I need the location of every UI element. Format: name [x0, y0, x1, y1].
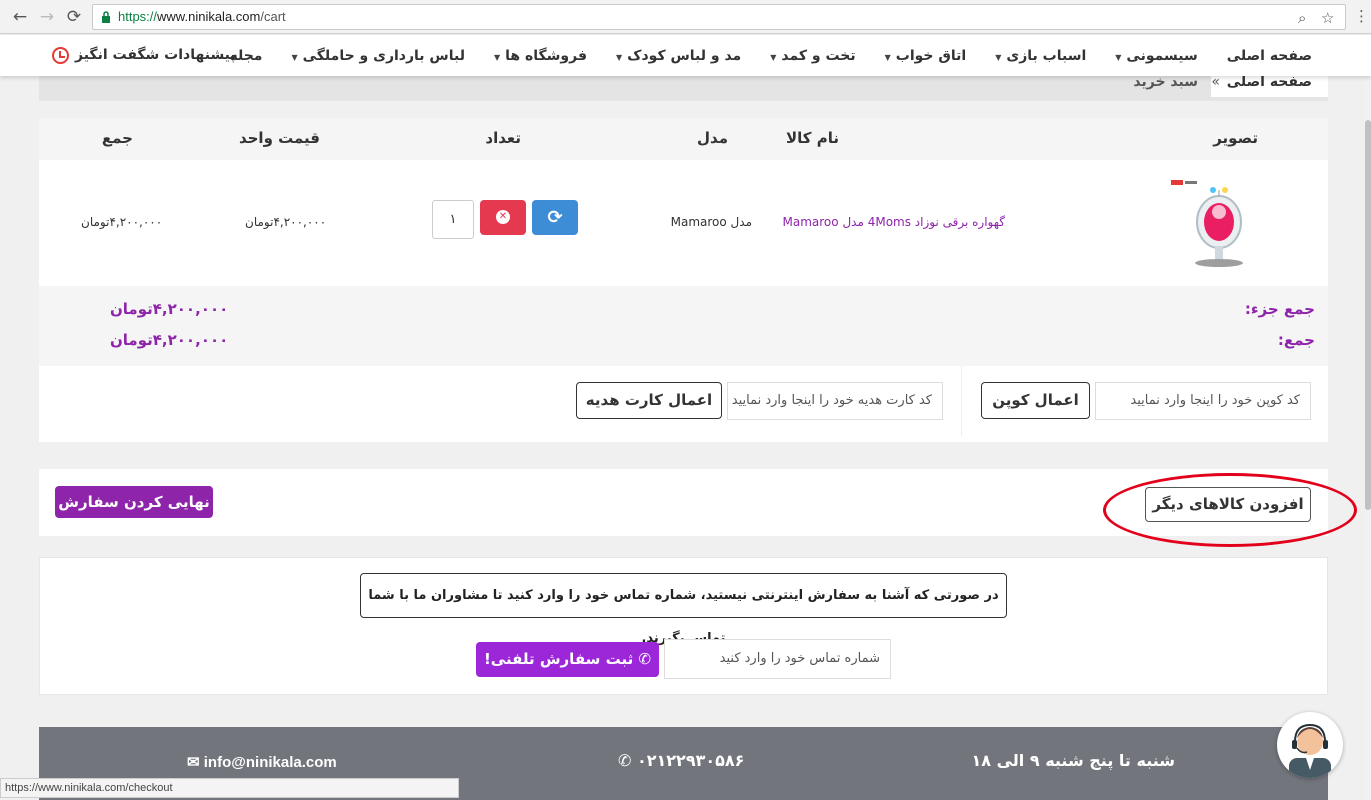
cart-table: تصویر نام کالا مدل تعداد قیمت واحد جمع گ… — [39, 118, 1328, 442]
breadcrumb-separator: » — [1211, 74, 1220, 90]
finalize-order-button[interactable]: نهایی کردن سفارش — [55, 486, 213, 518]
url-text: https://www.ninikala.com/cart — [118, 9, 286, 24]
breadcrumb-home[interactable]: صفحه اصلی — [1210, 74, 1328, 97]
menu-item-label: صفحه اصلی — [1226, 47, 1312, 64]
refresh-icon: ⟳ — [547, 207, 563, 228]
chevron-down-icon: ▼ — [291, 52, 298, 62]
header-total: جمع — [101, 129, 133, 147]
clock-icon — [52, 46, 69, 64]
status-bar-url: https://www.ninikala.com/checkout — [0, 778, 459, 798]
phone-icon: ✆ — [618, 751, 637, 770]
support-agent-icon — [1289, 723, 1331, 778]
reload-icon[interactable]: ⟳ — [63, 6, 85, 28]
lock-icon — [102, 11, 110, 23]
chevron-down-icon: ▼ — [995, 52, 1002, 62]
header-model: مدل — [697, 129, 728, 147]
chevron-down-icon: ▼ — [884, 52, 891, 62]
forward-icon[interactable]: → — [36, 6, 58, 28]
envelope-icon: ✉ — [187, 754, 204, 771]
header-image: تصویر — [1213, 129, 1258, 147]
apply-coupon-button[interactable]: اعمال کوپن — [981, 382, 1090, 419]
close-icon: ✕ — [496, 210, 510, 224]
menu-item-label: تخت و کمد — [781, 47, 856, 64]
menu-items: صفحه اصلی سیسمونی▼ اسباب بازی▼ اتاق خواب▼ تخ… — [230, 35, 1313, 76]
scrollbar-thumb[interactable] — [1365, 120, 1371, 510]
highlight-annotation — [1103, 473, 1357, 547]
phone-order-notice: در صورتی که آشنا به سفارش اینترنتی نیستی… — [360, 573, 1007, 646]
menu-item-1[interactable]: سیسمونی ▼ — [1115, 48, 1197, 64]
header-quantity: تعداد — [485, 129, 521, 147]
menu-item-3[interactable]: اتاق خواب ▼ — [885, 48, 967, 64]
menu-item-7[interactable]: لباس بارداری و حاملگی ▼ — [291, 48, 465, 64]
menu-item-label: اتاق خواب — [895, 47, 967, 64]
menu-item-0[interactable]: صفحه اصلی — [1227, 48, 1312, 64]
page-scrollbar[interactable] — [1365, 76, 1371, 800]
menu-item-5[interactable]: مد و لباس کودک ▼ — [616, 48, 741, 64]
browser-toolbar: ← → ⟳ https://www.ninikala.com/cart ⌕ ☆ … — [0, 0, 1371, 34]
product-image[interactable] — [1169, 178, 1269, 273]
menu-item-label: سیسمونی — [1126, 47, 1198, 64]
phone-order-button-label: ثبت سفارش تلفنی! — [483, 650, 634, 668]
zoom-icon[interactable]: ⌕ — [1298, 9, 1306, 27]
header-unit-price: قیمت واحد — [238, 129, 320, 147]
subtotal-value: ۴,۲۰۰,۰۰۰تومان — [110, 300, 229, 318]
chevron-down-icon: ▼ — [1115, 52, 1122, 62]
cart-totals: جمع جزء: ۴,۲۰۰,۰۰۰تومان جمع: ۴,۲۰۰,۰۰۰تو… — [39, 286, 1328, 366]
promo-link[interactable]: پیشنهادات شگفت انگیز — [52, 44, 236, 66]
header-name: نام کالا — [785, 129, 839, 147]
remove-item-button[interactable]: ✕ — [480, 200, 526, 235]
update-quantity-button[interactable]: ⟳ — [532, 200, 578, 235]
menu-item-label: مد و لباس کودک — [627, 47, 742, 64]
browser-menu-icon[interactable]: ⋮ — [1354, 7, 1369, 25]
breadcrumb: صفحه اصلی » سبد خرید — [39, 74, 1328, 101]
address-bar[interactable]: https://www.ninikala.com/cart ⌕ ☆ — [92, 4, 1346, 30]
phone-order-panel: در صورتی که آشنا به سفارش اینترنتی نیستی… — [39, 557, 1328, 695]
chevron-down-icon: ▼ — [770, 52, 777, 62]
support-chat-avatar[interactable] — [1277, 712, 1343, 778]
phone-order-button[interactable]: ✆ ثبت سفارش تلفنی! — [476, 642, 659, 677]
phone-icon: ✆ — [638, 650, 652, 668]
quantity-input[interactable]: ۱ — [432, 200, 474, 239]
menu-item-6[interactable]: فروشگاه ها ▼ — [494, 48, 587, 64]
total-value: ۴,۲۰۰,۰۰۰تومان — [110, 331, 229, 349]
main-menu: صفحه اصلی سیسمونی▼ اسباب بازی▼ اتاق خواب▼ تخ… — [0, 35, 1371, 76]
table-row: گهواره برقی نوزاد 4Moms مدل Mamaroo مدل … — [39, 160, 1328, 286]
apply-gift-card-button[interactable]: اعمال کارت هدیه — [576, 382, 722, 419]
coupon-row: کد کوپن خود را اینجا وارد نمایید اعمال ک… — [39, 366, 1328, 442]
cart-table-header: تصویر نام کالا مدل تعداد قیمت واحد جمع — [39, 118, 1328, 160]
row-total: ۴,۲۰۰,۰۰۰تومان — [81, 215, 163, 229]
footer-email[interactable]: ✉ info@ninikala.com — [187, 753, 337, 771]
subtotal-label: جمع جزء: — [1244, 300, 1315, 318]
menu-item-label: اسباب بازی — [1006, 47, 1087, 64]
gift-card-input[interactable]: کد کارت هدیه خود را اینجا وارد نمایید — [727, 382, 943, 420]
unit-price: ۴,۲۰۰,۰۰۰تومان — [245, 215, 327, 229]
breadcrumb-current: سبد خرید — [1133, 74, 1198, 90]
chevron-down-icon: ▼ — [616, 52, 623, 62]
total-label: جمع: — [1277, 331, 1315, 349]
menu-item-label: فروشگاه ها — [505, 47, 587, 64]
phone-number-input[interactable]: شماره تماس خود را وارد کنید — [664, 639, 891, 679]
product-model: مدل Mamaroo — [670, 215, 752, 229]
chevron-down-icon: ▼ — [493, 52, 501, 62]
bookmark-star-icon[interactable]: ☆ — [1321, 9, 1334, 27]
menu-item-label: لباس بارداری و حاملگی — [302, 47, 465, 64]
promo-label: پیشنهادات شگفت انگیز — [75, 47, 236, 63]
divider — [961, 366, 962, 436]
menu-item-4[interactable]: تخت و کمد ▼ — [770, 48, 855, 64]
back-icon[interactable]: ← — [9, 6, 31, 28]
footer-phone: ✆ ۰۲۱۲۲۹۳۰۵۸۶ — [618, 751, 745, 770]
footer-hours: شنبه تا پنج شنبه ۹ الی ۱۸ — [971, 751, 1176, 770]
coupon-input[interactable]: کد کوپن خود را اینجا وارد نمایید — [1095, 382, 1311, 420]
product-name-link[interactable]: گهواره برقی نوزاد 4Moms مدل Mamaroo — [783, 215, 1005, 229]
menu-item-2[interactable]: اسباب بازی ▼ — [995, 48, 1086, 64]
